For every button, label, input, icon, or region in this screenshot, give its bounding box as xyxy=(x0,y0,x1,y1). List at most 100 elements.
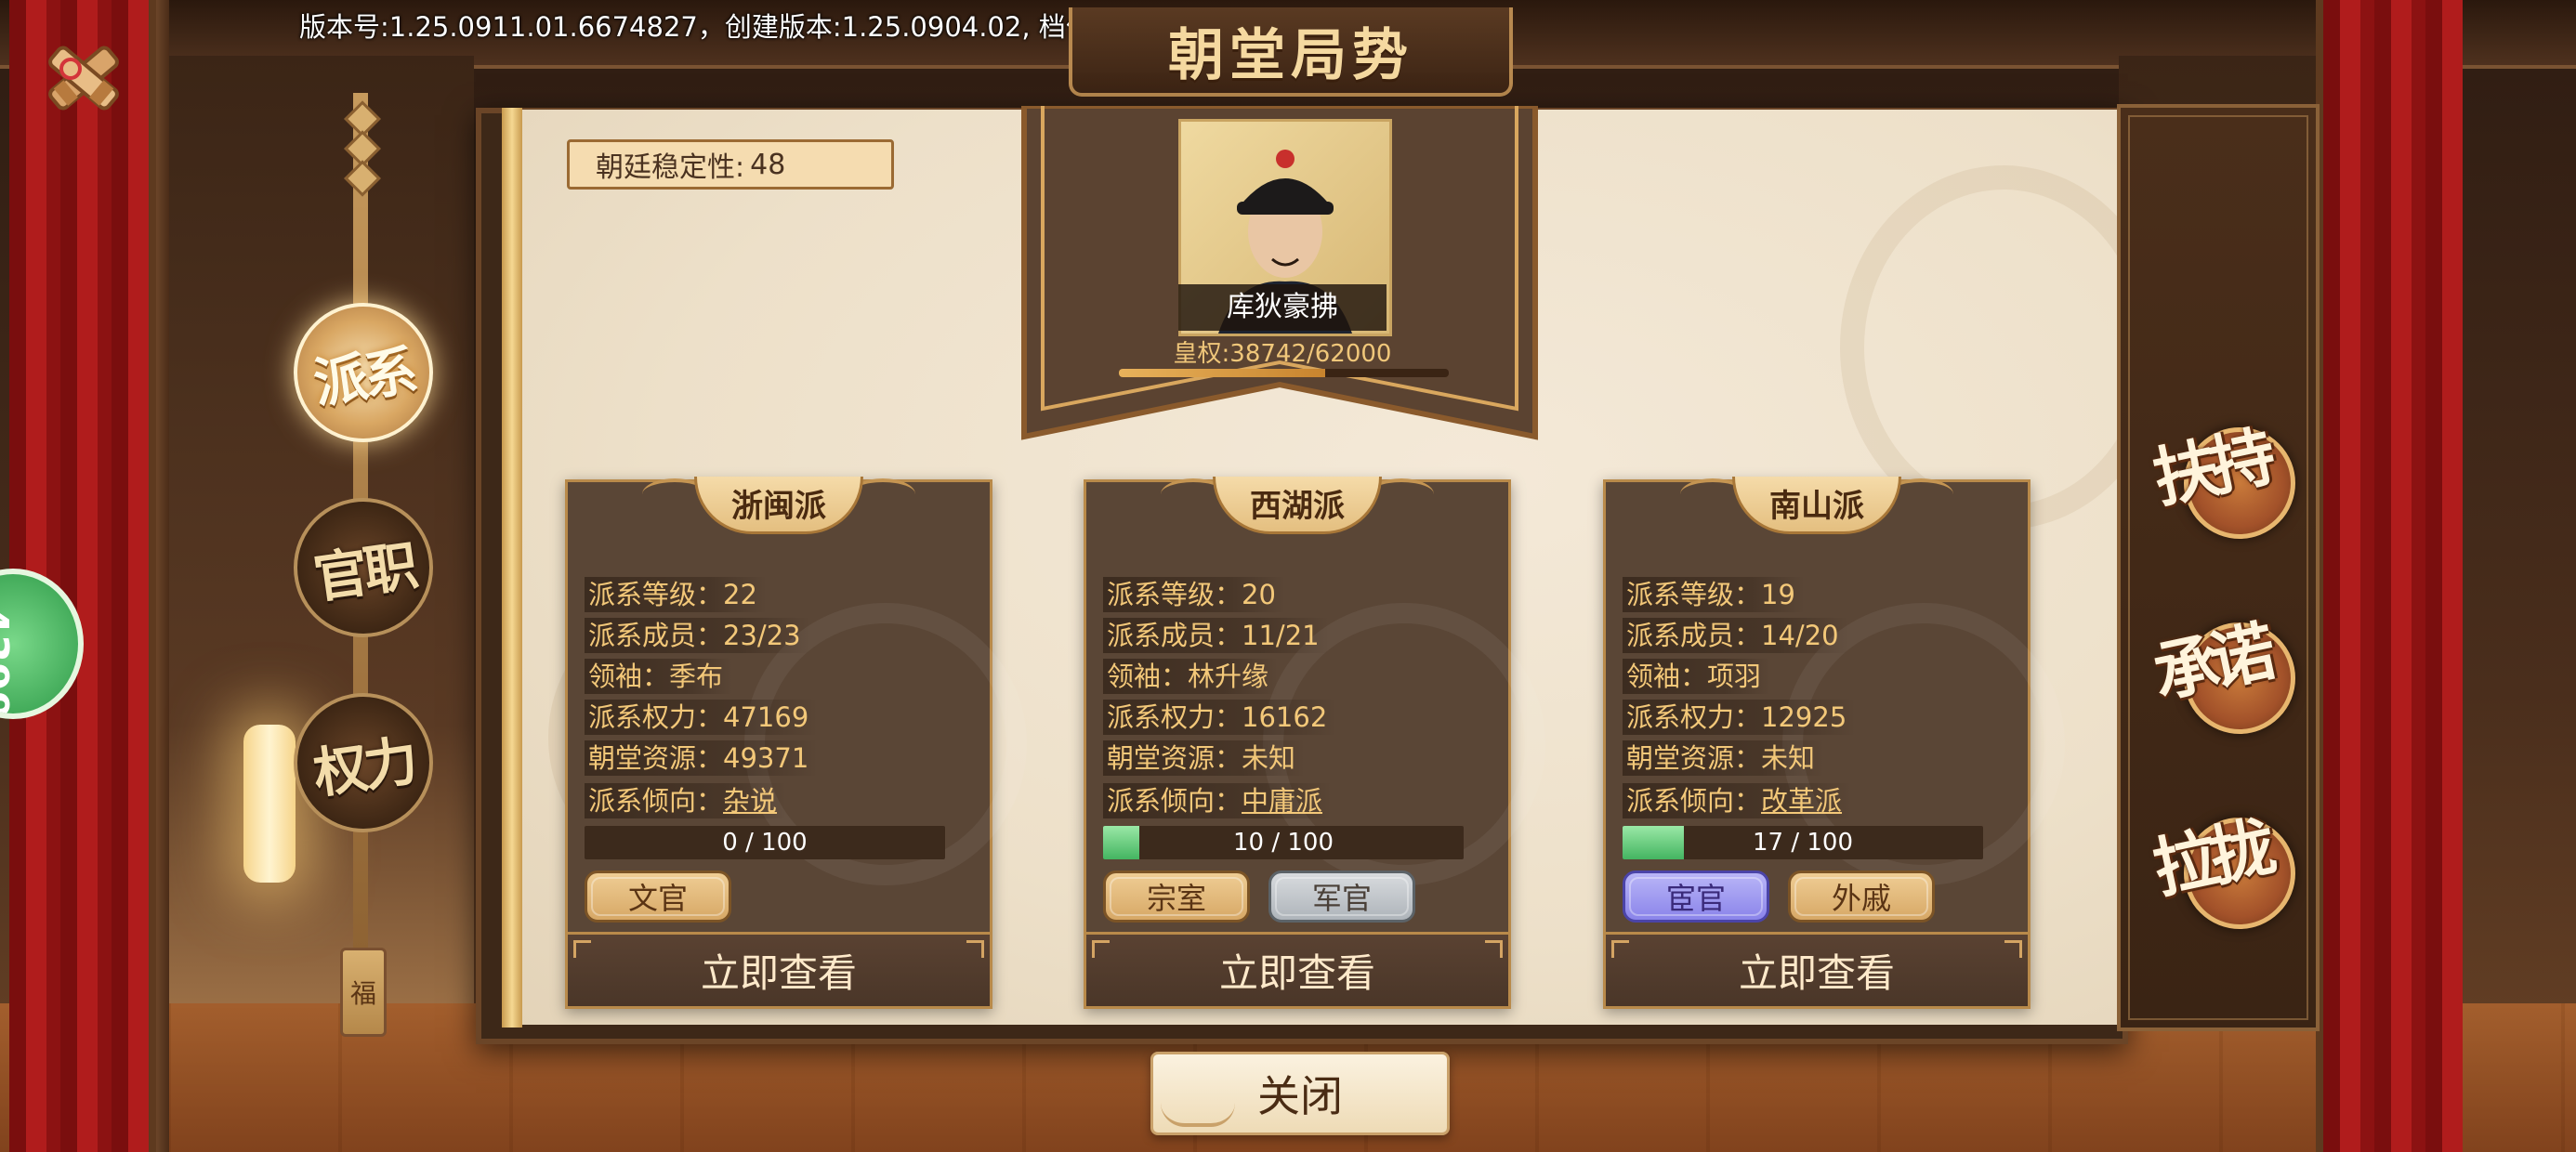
stat-value: 16162 xyxy=(1242,701,1328,733)
faction-tab: 浙闽派 xyxy=(642,477,915,534)
faction-name: 西湖派 xyxy=(1250,488,1345,525)
stat-value: 项羽 xyxy=(1707,661,1762,692)
stat-label: 派系权力： xyxy=(588,701,724,733)
faction-level: 派系等级：20 xyxy=(1103,577,1285,612)
stability-value: 48 xyxy=(750,148,786,181)
view-now-label: 立即查看 xyxy=(700,950,857,996)
fu-charm: 福 xyxy=(340,948,387,1037)
stat-value: 23/23 xyxy=(723,620,801,651)
corner-ornament xyxy=(573,940,591,958)
stability-label: 朝廷稳定性: xyxy=(596,151,745,184)
emperor-name: 库狄豪拂 xyxy=(1178,284,1387,331)
stat-label: 派系等级： xyxy=(588,579,724,610)
faction-card: 浙闽派 派系等级：22 派系成员：23/23 领袖：季布 派系权力：47169 … xyxy=(565,477,1027,1009)
stat-value: 14/20 xyxy=(1761,620,1839,651)
tendency-link[interactable]: 改革派 xyxy=(1761,785,1842,817)
imperial-power-text: 皇权:38742/62000 xyxy=(1173,340,1392,368)
stat-label: 派系权力： xyxy=(1626,701,1762,733)
view-now-label: 立即查看 xyxy=(1218,950,1375,996)
promise-button[interactable]: 承诺 xyxy=(2147,595,2305,762)
corner-ornament xyxy=(1611,940,1629,958)
stat-label: 派系成员： xyxy=(1626,620,1762,651)
stat-value: 季布 xyxy=(669,661,724,692)
stat-value: 20 xyxy=(1242,579,1276,610)
stat-label: 派系倾向： xyxy=(1626,785,1762,817)
view-now-button[interactable]: 立即查看 xyxy=(568,932,990,1006)
faction-tendency: 派系倾向：中庸派 xyxy=(1103,783,1333,818)
faction-members: 派系成员：11/21 xyxy=(1103,618,1329,653)
faction-resources: 朝堂资源：49371 xyxy=(585,740,819,776)
lantern-icon xyxy=(243,725,296,883)
tendency-link[interactable]: 中庸派 xyxy=(1242,785,1322,817)
nav-power-button[interactable]: 权力 xyxy=(294,693,433,832)
stat-label: 领袖： xyxy=(1626,661,1708,692)
title-plaque: 朝堂局势 xyxy=(1069,7,1513,97)
faction-power: 派系权力：12925 xyxy=(1623,700,1857,735)
stat-value: 林升缘 xyxy=(1188,661,1269,692)
faction-members: 派系成员：14/20 xyxy=(1623,618,1848,653)
faction-power: 派系权力：16162 xyxy=(1103,700,1337,735)
stat-value: 11/21 xyxy=(1242,620,1320,651)
court-stability: 朝廷稳定性: 48 xyxy=(567,139,894,190)
cloud-swirl-icon xyxy=(1161,1103,1235,1127)
faction-tag[interactable]: 军官 xyxy=(1268,871,1415,923)
faction-card: 西湖派 派系等级：20 派系成员：11/21 领袖：林升缘 派系权力：16162… xyxy=(1084,477,1545,1009)
view-now-label: 立即查看 xyxy=(1738,950,1895,996)
recruit-button[interactable]: 拉拢 xyxy=(2147,790,2305,957)
tendency-link[interactable]: 杂说 xyxy=(723,785,777,817)
hammer-crossed-icon[interactable] xyxy=(30,24,138,132)
stat-value: 22 xyxy=(723,579,757,610)
view-now-button[interactable]: 立即查看 xyxy=(1086,932,1508,1006)
faction-power: 派系权力：47169 xyxy=(585,700,819,735)
stat-label: 派系成员： xyxy=(1107,620,1242,651)
faction-tag[interactable]: 宦官 xyxy=(1623,871,1769,923)
imperial-power-bar xyxy=(1119,369,1449,377)
faction-tab: 西湖派 xyxy=(1161,477,1434,534)
faction-members: 派系成员：23/23 xyxy=(585,618,810,653)
faction-progress-text: 17 / 100 xyxy=(1753,829,1853,857)
view-now-button[interactable]: 立即查看 xyxy=(1606,932,2028,1006)
stat-value: 49371 xyxy=(723,742,809,774)
stat-label: 派系倾向： xyxy=(1107,785,1242,817)
faction-level: 派系等级：19 xyxy=(1623,577,1805,612)
corner-ornament xyxy=(1485,940,1503,958)
support-button[interactable]: 扶持 xyxy=(2147,399,2305,567)
faction-tag[interactable]: 宗室 xyxy=(1103,871,1250,923)
faction-tendency: 派系倾向：改革派 xyxy=(1623,783,1852,818)
corner-ornament xyxy=(1092,940,1110,958)
close-label: 关闭 xyxy=(1257,1071,1343,1121)
stat-label: 派系等级： xyxy=(1107,579,1242,610)
stat-label: 派系成员： xyxy=(588,620,724,651)
stat-label: 派系等级： xyxy=(1626,579,1762,610)
nav-office-label: 官职 xyxy=(309,533,418,611)
faction-level: 派系等级：22 xyxy=(585,577,767,612)
faction-name: 南山派 xyxy=(1769,488,1864,525)
stat-value: 12925 xyxy=(1761,701,1847,733)
nav-power-label: 权力 xyxy=(309,728,418,806)
faction-card: 南山派 派系等级：19 派系成员：14/20 领袖：项羽 派系权力：12925 … xyxy=(1603,477,2065,1009)
faction-tag[interactable]: 文官 xyxy=(585,871,731,923)
faction-progress-text: 10 / 100 xyxy=(1233,829,1334,857)
stat-label: 派系倾向： xyxy=(588,785,724,817)
version-info: 版本号:1.25.0911.01.6674827，创建版本:1.25.0904.… xyxy=(299,11,1200,43)
faction-tag[interactable]: 外戚 xyxy=(1788,871,1935,923)
nav-faction-button[interactable]: 派系 xyxy=(294,303,433,442)
stat-value: 未知 xyxy=(1242,742,1296,774)
stat-label: 朝堂资源： xyxy=(588,742,724,774)
faction-progress-text: 0 / 100 xyxy=(722,829,808,857)
stat-value: 47169 xyxy=(723,701,809,733)
stat-label: 领袖： xyxy=(1107,661,1189,692)
side-badge-text: 4399 xyxy=(0,606,17,719)
corner-ornament xyxy=(2004,940,2022,958)
stat-label: 派系权力： xyxy=(1107,701,1242,733)
stat-label: 朝堂资源： xyxy=(1107,742,1242,774)
page-title: 朝堂局势 xyxy=(1168,22,1413,88)
faction-resources: 朝堂资源：未知 xyxy=(1103,740,1306,776)
stat-label: 领袖： xyxy=(588,661,670,692)
faction-tab: 南山派 xyxy=(1680,477,1953,534)
stat-value: 19 xyxy=(1761,579,1795,610)
close-button[interactable]: 关闭 xyxy=(1150,1052,1450,1135)
nav-office-button[interactable]: 官职 xyxy=(294,498,433,637)
stat-value: 未知 xyxy=(1761,742,1816,774)
faction-progress-bar: 0 / 100 xyxy=(585,826,945,859)
